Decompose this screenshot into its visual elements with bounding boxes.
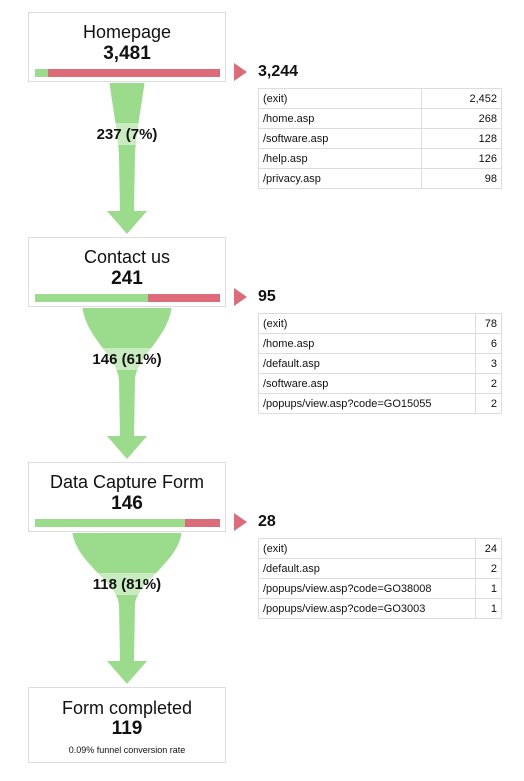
exit-page[interactable]: /popups/view.asp?code=GO38008 [257,578,477,599]
exit-page-count: 2 [475,558,502,579]
step-progress-bar [35,519,220,527]
exit-row: /home.asp 6 [257,333,502,354]
exit-page-count: 78 [475,313,502,334]
exit-bar [147,294,220,302]
step-progress-bar [35,69,220,77]
exit-row: /help.asp 126 [258,148,503,169]
exit-page-count: 126 [420,148,503,169]
funnel-shape [82,308,172,459]
exit-row: (exit) 2,452 [258,88,503,109]
exit-arrow-icon [234,513,247,531]
step-count: 3,481 [103,43,151,64]
exit-page[interactable]: /privacy.asp [258,168,422,189]
exit-page[interactable]: (exit) [258,88,422,109]
exit-page[interactable]: /home.asp [257,333,477,354]
funnel-shape [72,533,182,684]
exit-page-count: 2 [475,373,502,394]
funnel-flow-arrow [97,83,157,234]
exit-page-count: 98 [420,168,503,189]
exit-page[interactable]: /home.asp [258,108,422,129]
funnel-conversion-rate: 0.09% funnel conversion rate [68,745,186,755]
funnel-step: Contact us 241 146 (61%) 95 (exit) 78/hom… [0,237,524,462]
step-title: Homepage [82,22,172,42]
exit-bar [47,69,220,77]
exit-bar [184,519,220,527]
exit-page-count: 24 [475,538,502,559]
exit-row: /software.asp 128 [258,128,503,149]
exit-page[interactable]: /default.asp [257,558,477,579]
exit-page-count: 3 [475,353,502,374]
exit-row: /default.asp 2 [257,558,502,579]
funnel-step: Homepage 3,481 237 (7%) 3,244 (exit) 2,45… [0,12,524,237]
exit-count: 95 [258,288,276,305]
exit-page-count: 1 [475,598,502,619]
exit-page-count: 268 [420,108,503,129]
exit-page[interactable]: /popups/view.asp?code=GO15055 [257,393,477,414]
exit-page[interactable]: (exit) [257,538,477,559]
exit-page-count: 6 [475,333,502,354]
exit-row: /popups/view.asp?code=GO38008 1 [257,578,502,599]
funnel-step: Data Capture Form 146 118 (81%) 28 (exit… [0,462,524,687]
funnel-flow-arrow [72,533,182,684]
flow-label: 146 (61%) [92,351,162,368]
exit-arrow-icon [234,288,247,306]
step-box: Homepage 3,481 [28,12,226,82]
flow-label: 118 (81%) [92,576,162,593]
flow-label: 237 (7%) [96,126,158,143]
exit-pages-table: (exit) 24/default.asp 2/popups/view.asp?co… [257,538,502,619]
exit-page[interactable]: (exit) [257,313,477,334]
step-title: Data Capture Form [49,472,205,492]
step-box: Contact us 241 [28,237,226,307]
exit-page[interactable]: /default.asp [257,353,477,374]
exit-row: (exit) 24 [257,538,502,559]
exit-row: /popups/view.asp?code=GO3003 1 [257,598,502,619]
exit-row: (exit) 78 [257,313,502,334]
exit-row: /privacy.asp 98 [258,168,503,189]
continue-bar [35,294,148,302]
final-step-count: 119 [111,718,143,739]
continue-bar [35,519,185,527]
exit-page[interactable]: /popups/view.asp?code=GO3003 [257,598,477,619]
step-title: Contact us [83,247,171,267]
step-count: 241 [111,268,143,289]
exit-page-count: 1 [475,578,502,599]
exit-pages-table: (exit) 2,452/home.asp 268/software.asp 128/… [258,88,503,189]
exit-page-count: 2 [475,393,502,414]
step-box: Data Capture Form 146 [28,462,226,532]
exit-pages-table: (exit) 78/home.asp 6/default.asp 3/software… [257,313,502,414]
exit-row: /popups/view.asp?code=GO15055 2 [257,393,502,414]
funnel-shape [107,83,147,234]
continue-bar [35,69,48,77]
exit-row: /software.asp 2 [257,373,502,394]
exit-count: 3,244 [258,63,299,80]
final-step-title: Form completed [61,698,193,718]
exit-count: 28 [258,513,276,530]
exit-page[interactable]: /help.asp [258,148,422,169]
exit-row: /home.asp 268 [258,108,503,129]
exit-page-count: 2,452 [420,88,503,109]
step-count: 146 [111,493,143,514]
exit-page[interactable]: /software.asp [258,128,422,149]
exit-page[interactable]: /software.asp [257,373,477,394]
step-progress-bar [35,294,220,302]
exit-row: /default.asp 3 [257,353,502,374]
exit-arrow-icon [234,63,247,81]
final-step-box: Form completed 119 0.09% funnel conversi… [28,687,226,763]
funnel-flow-arrow [82,308,172,459]
exit-page-count: 128 [420,128,503,149]
